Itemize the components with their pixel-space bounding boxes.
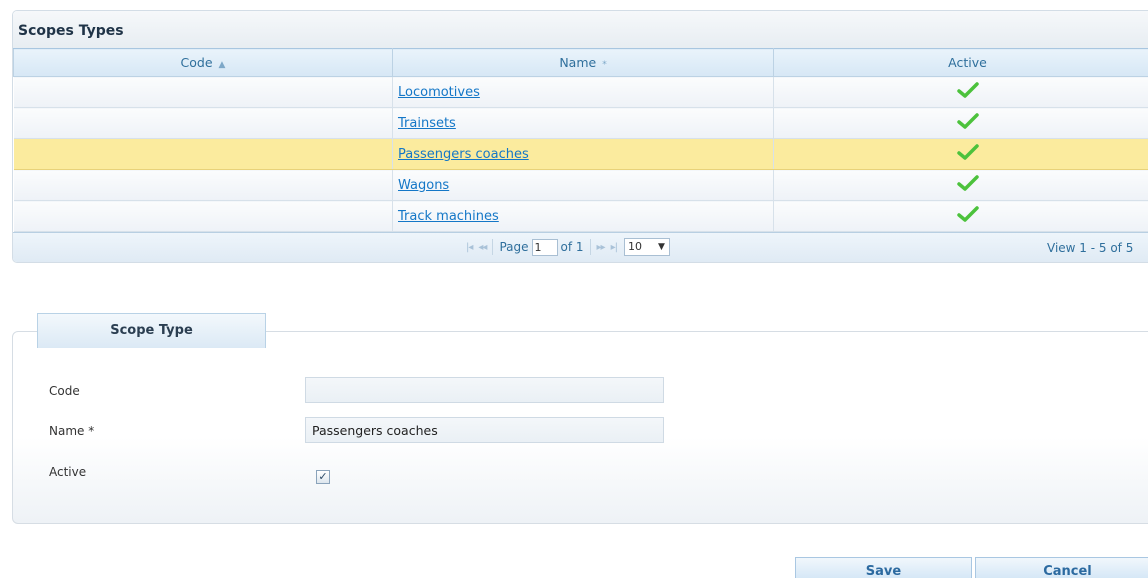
required-asterisk-icon: *: [602, 60, 607, 70]
grid-header-row: Code ▲ Name * Active: [13, 48, 1148, 77]
rows-per-page-value: 10: [627, 240, 642, 253]
grid-pager: |◂ ◂◂ Page of 1 ▸▸ ▸| 10 ▼ View 1 - 5 of…: [13, 232, 1148, 262]
first-page-icon[interactable]: |◂: [466, 242, 473, 253]
cell-active: [773, 138, 1148, 170]
row-name-link[interactable]: Track machines: [398, 209, 499, 224]
cell-name: Locomotives: [392, 76, 774, 108]
cell-active: [773, 107, 1148, 139]
table-row[interactable]: Wagons: [13, 169, 1148, 201]
rows-per-page-select[interactable]: 10 ▼: [623, 238, 670, 256]
cell-code: [13, 169, 393, 201]
table-row[interactable]: Trainsets: [13, 107, 1148, 139]
table-row[interactable]: Track machines: [13, 200, 1148, 232]
code-label: Code: [49, 384, 80, 398]
row-name-link[interactable]: Locomotives: [398, 85, 480, 100]
cell-name: Trainsets: [392, 107, 774, 139]
column-header-name[interactable]: Name *: [392, 48, 774, 77]
row-name-link[interactable]: Trainsets: [398, 116, 456, 131]
code-field[interactable]: [305, 377, 664, 403]
table-row[interactable]: Locomotives: [13, 76, 1148, 108]
pager-page-label: Page: [499, 240, 529, 254]
last-page-icon[interactable]: ▸|: [611, 242, 618, 253]
cell-code: [13, 107, 393, 139]
table-row-selected[interactable]: Passengers coaches: [13, 138, 1148, 170]
column-header-code-label: Code: [180, 55, 213, 70]
grid-table: Code ▲ Name * Active Locomotives Trainse…: [13, 48, 1148, 232]
cell-active: [773, 200, 1148, 232]
check-icon: [956, 113, 979, 129]
page-number-input[interactable]: [531, 238, 558, 256]
cell-code: [13, 138, 393, 170]
name-label: Name *: [49, 424, 95, 438]
scopes-types-grid: Scopes Types Code ▲ Name * Active Locomo…: [12, 10, 1148, 263]
save-button[interactable]: Save: [795, 557, 972, 578]
name-field[interactable]: [305, 417, 664, 443]
pager-view-text: View 1 - 5 of 5: [1047, 241, 1134, 255]
checkbox-check-icon: ✓: [318, 470, 328, 483]
cell-name: Track machines: [392, 200, 774, 232]
column-header-active-label: Active: [948, 55, 987, 70]
tab-scope-type[interactable]: Scope Type: [37, 313, 266, 348]
check-icon: [956, 144, 979, 160]
grid-title: Scopes Types: [13, 11, 1148, 48]
check-icon: [956, 82, 979, 98]
chevron-down-icon: ▼: [658, 242, 665, 252]
row-name-link[interactable]: Passengers coaches: [398, 147, 529, 162]
cell-active: [773, 76, 1148, 108]
pager-of-label: of 1: [560, 240, 584, 254]
cell-code: [13, 200, 393, 232]
column-header-active[interactable]: Active: [773, 48, 1148, 77]
active-label: Active: [49, 465, 87, 479]
column-header-code[interactable]: Code ▲: [13, 48, 393, 77]
next-page-icon[interactable]: ▸▸: [597, 242, 606, 253]
active-checkbox[interactable]: ✓: [316, 470, 330, 484]
prev-page-icon[interactable]: ◂◂: [478, 242, 487, 253]
cell-name: Wagons: [392, 169, 774, 201]
check-icon: [956, 175, 979, 191]
check-icon: [956, 206, 979, 222]
pager-separator: [589, 239, 591, 255]
column-header-name-label: Name: [559, 55, 597, 70]
sort-icon: ▲: [218, 60, 226, 70]
cell-active: [773, 169, 1148, 201]
cell-code: [13, 76, 393, 108]
cancel-button[interactable]: Cancel: [975, 557, 1148, 578]
cell-name: Passengers coaches: [392, 138, 774, 170]
row-name-link[interactable]: Wagons: [398, 178, 449, 193]
pager-separator: [492, 239, 494, 255]
pager-controls: |◂ ◂◂ Page of 1 ▸▸ ▸| 10 ▼: [463, 238, 670, 256]
